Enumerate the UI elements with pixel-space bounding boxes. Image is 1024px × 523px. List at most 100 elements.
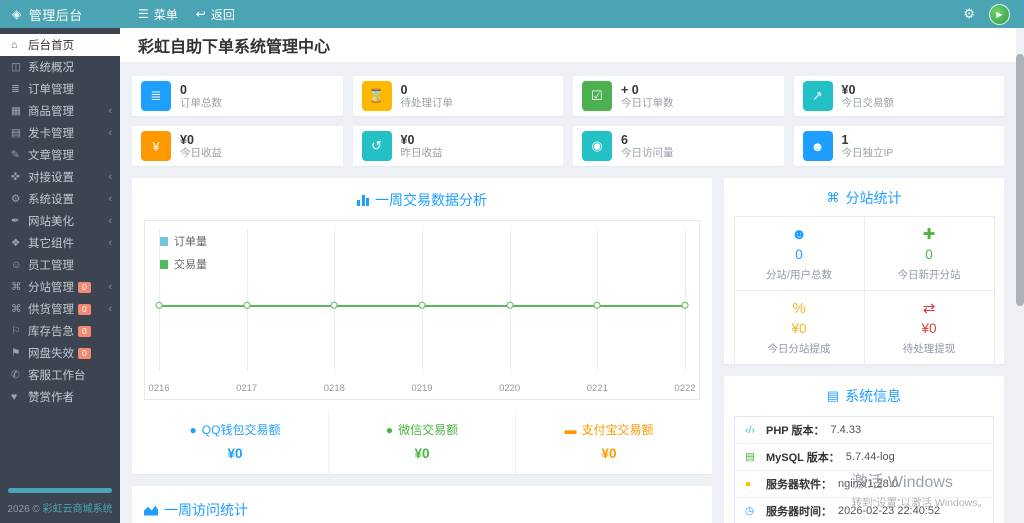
substation-cell-withdrawals[interactable]: ⇄ ¥0 待处理提现 bbox=[863, 289, 995, 365]
visits-title-text: 一周访问统计 bbox=[164, 502, 248, 518]
stat-card-today-volume[interactable]: ↗ ¥0 今日交易额 bbox=[793, 76, 1004, 116]
sidebar-item-beautify[interactable]: ✒ 网站美化 ‹ bbox=[0, 210, 120, 232]
gridline bbox=[159, 229, 160, 371]
sidebar-item-stock-alert[interactable]: ⚐ 库存告急 0 bbox=[0, 320, 120, 342]
substation-cell-new-today[interactable]: ✚ 0 今日新开分站 bbox=[863, 215, 995, 291]
wrench-icon[interactable]: ⚙ bbox=[963, 6, 975, 22]
sidebar-item-label: 其它组件 bbox=[28, 238, 74, 250]
info-value: 5.7.44-log bbox=[845, 451, 895, 463]
user-icon: ☻ bbox=[802, 131, 833, 161]
sidebar-item-staff[interactable]: ☺ 员工管理 bbox=[0, 254, 120, 276]
chevron-left-icon: ‹ bbox=[108, 215, 112, 227]
circle-icon: ● bbox=[745, 478, 752, 490]
info-label: 服务器时间： bbox=[766, 506, 832, 518]
stat-value: + 0 bbox=[621, 82, 639, 97]
data-point bbox=[243, 301, 251, 309]
copyright-link[interactable]: 彩虹云商城系统 bbox=[43, 504, 113, 515]
heart-icon: ♥ bbox=[11, 391, 18, 403]
stat-value: ¥0 bbox=[180, 132, 194, 147]
gear-icon: ⚙ bbox=[11, 193, 21, 205]
data-point bbox=[155, 301, 163, 309]
sidebar-item-home[interactable]: ⌂ 后台首页 bbox=[0, 34, 120, 56]
sidebar-footer: 2026 © 彩虹云商城系统 bbox=[0, 488, 120, 515]
back-arrow-icon: ↩ bbox=[195, 7, 206, 21]
sidebar-item-system-settings[interactable]: ⚙ 系统设置 ‹ bbox=[0, 188, 120, 210]
stat-label: 今日收益 bbox=[180, 146, 222, 159]
count-badge: 0 bbox=[78, 325, 91, 337]
qq-icon: ● bbox=[189, 422, 197, 437]
data-point bbox=[593, 301, 601, 309]
sidebar-item-netdisk-invalid[interactable]: ⚑ 网盘失效 0 bbox=[0, 342, 120, 364]
sidebar-item-donate[interactable]: ♥ 赞赏作者 bbox=[0, 386, 120, 408]
users-icon: ☻ bbox=[791, 225, 807, 243]
payment-label: 支付宝交易额 bbox=[581, 423, 654, 437]
sidebar-item-label: 商品管理 bbox=[28, 106, 74, 118]
sidebar-item-articles[interactable]: ✎ 文章管理 bbox=[0, 144, 120, 166]
avatar[interactable]: ▶ bbox=[989, 3, 1010, 25]
cell-label: 待处理提现 bbox=[902, 342, 956, 355]
cell-value: 0 bbox=[925, 246, 933, 262]
bar-chart-icon bbox=[357, 194, 369, 206]
money-icon: ¥ bbox=[141, 131, 171, 161]
substation-cell-commission[interactable]: % ¥0 今日分站提成 bbox=[733, 289, 865, 365]
sidebar-item-orders[interactable]: ≣ 订单管理 bbox=[0, 78, 120, 100]
app-title: 管理后台 bbox=[28, 7, 83, 23]
server-icon: ▤ bbox=[826, 388, 840, 403]
x-tick: 0222 bbox=[674, 383, 696, 394]
sidebar-item-products[interactable]: ▦ 商品管理 ‹ bbox=[0, 100, 120, 122]
alipay-summary: ▬ 支付宝交易额 ¥0 bbox=[515, 410, 702, 474]
list-icon: ≣ bbox=[11, 83, 20, 95]
info-label: 服务器软件： bbox=[766, 479, 832, 491]
user-icon: ☺ bbox=[11, 259, 22, 271]
sidebar-item-label: 供货管理 bbox=[28, 304, 74, 316]
info-row-mysql: ▤ MySQL 版本： 5.7.44-log bbox=[735, 444, 993, 471]
stat-card-unique-ip[interactable]: ☻ 1 今日独立IP bbox=[793, 126, 1004, 166]
info-row-server-time: ◷ 服务器时间： 2026-02-23 22:40:52 bbox=[735, 498, 993, 523]
sidebar-item-overview[interactable]: ◫ 系统概况 bbox=[0, 56, 120, 78]
sidebar-item-support-workbench[interactable]: ✆ 客服工作台 bbox=[0, 364, 120, 386]
app-logo[interactable]: ◈ 管理后台 bbox=[0, 5, 120, 24]
back-button[interactable]: ↩ 返回 bbox=[196, 6, 235, 23]
stats-grid: ≣ 0 订单总数 ⌛ 0 待处理订单 ☑ + 0 今日订单数 ↗ ¥0 今日交易… bbox=[132, 76, 1004, 166]
visits-panel-title: 一周访问统计 bbox=[138, 490, 706, 523]
menu-button[interactable]: ☰ 菜单 bbox=[138, 6, 178, 23]
chevron-left-icon: ‹ bbox=[108, 171, 112, 183]
stat-card-today-income[interactable]: ¥ ¥0 今日收益 bbox=[132, 126, 343, 166]
cell-value: ¥0 bbox=[921, 320, 937, 336]
home-icon: ⌂ bbox=[11, 39, 18, 51]
line-chart: 订单量 交易量 0216 0217 0218 0219 0220 0221 02… bbox=[144, 220, 700, 400]
stat-card-pending-orders[interactable]: ⌛ 0 待处理订单 bbox=[352, 76, 563, 116]
clock-icon: ◷ bbox=[745, 505, 755, 517]
plug-icon: ✜ bbox=[11, 171, 20, 183]
menu-icon: ☰ bbox=[138, 7, 149, 21]
stat-card-today-orders[interactable]: ☑ + 0 今日订单数 bbox=[573, 76, 784, 116]
stat-card-today-visits[interactable]: ◉ 6 今日访问量 bbox=[573, 126, 784, 166]
plus-circle-icon: ✚ bbox=[922, 225, 936, 243]
pen-icon: ✒ bbox=[11, 215, 20, 227]
stat-card-yesterday-income[interactable]: ↺ ¥0 昨日收益 bbox=[352, 126, 563, 166]
sidebar-item-label: 系统设置 bbox=[28, 194, 74, 206]
stat-card-total-orders[interactable]: ≣ 0 订单总数 bbox=[132, 76, 343, 116]
chart-plot-area: 0216 0217 0218 0219 0220 0221 0222 bbox=[148, 221, 696, 399]
system-info-title-text: 系统信息 bbox=[845, 388, 902, 404]
gridline bbox=[597, 229, 599, 371]
copyright-year: 2026 © bbox=[7, 504, 40, 515]
page-header: 彩虹自助下单系统管理中心 bbox=[120, 28, 1024, 62]
chevron-left-icon: ‹ bbox=[108, 127, 112, 139]
data-point bbox=[330, 301, 338, 309]
qq-wallet-summary: ● QQ钱包交易额 ¥0 bbox=[142, 410, 328, 474]
payment-value: ¥0 bbox=[601, 446, 617, 461]
sidebar-item-supply[interactable]: ⌘ 供货管理 0 ‹ bbox=[0, 298, 120, 320]
data-point bbox=[681, 301, 689, 309]
x-tick: 0218 bbox=[323, 383, 345, 394]
substation-cell-users[interactable]: ☻ 0 分站/用户总数 bbox=[733, 215, 865, 291]
sidebar-item-label: 客服工作台 bbox=[28, 370, 86, 382]
sidebar-item-substation[interactable]: ⌘ 分站管理 0 ‹ bbox=[0, 276, 120, 298]
gridline bbox=[334, 229, 336, 371]
scrollbar-track[interactable] bbox=[1016, 28, 1024, 523]
sidebar-item-components[interactable]: ❖ 其它组件 ‹ bbox=[0, 232, 120, 254]
chevron-left-icon: ‹ bbox=[108, 105, 112, 117]
sidebar-item-integration[interactable]: ✜ 对接设置 ‹ bbox=[0, 166, 120, 188]
scrollbar-thumb[interactable] bbox=[1016, 54, 1024, 306]
sidebar-item-card-management[interactable]: ▤ 发卡管理 ‹ bbox=[0, 122, 120, 144]
